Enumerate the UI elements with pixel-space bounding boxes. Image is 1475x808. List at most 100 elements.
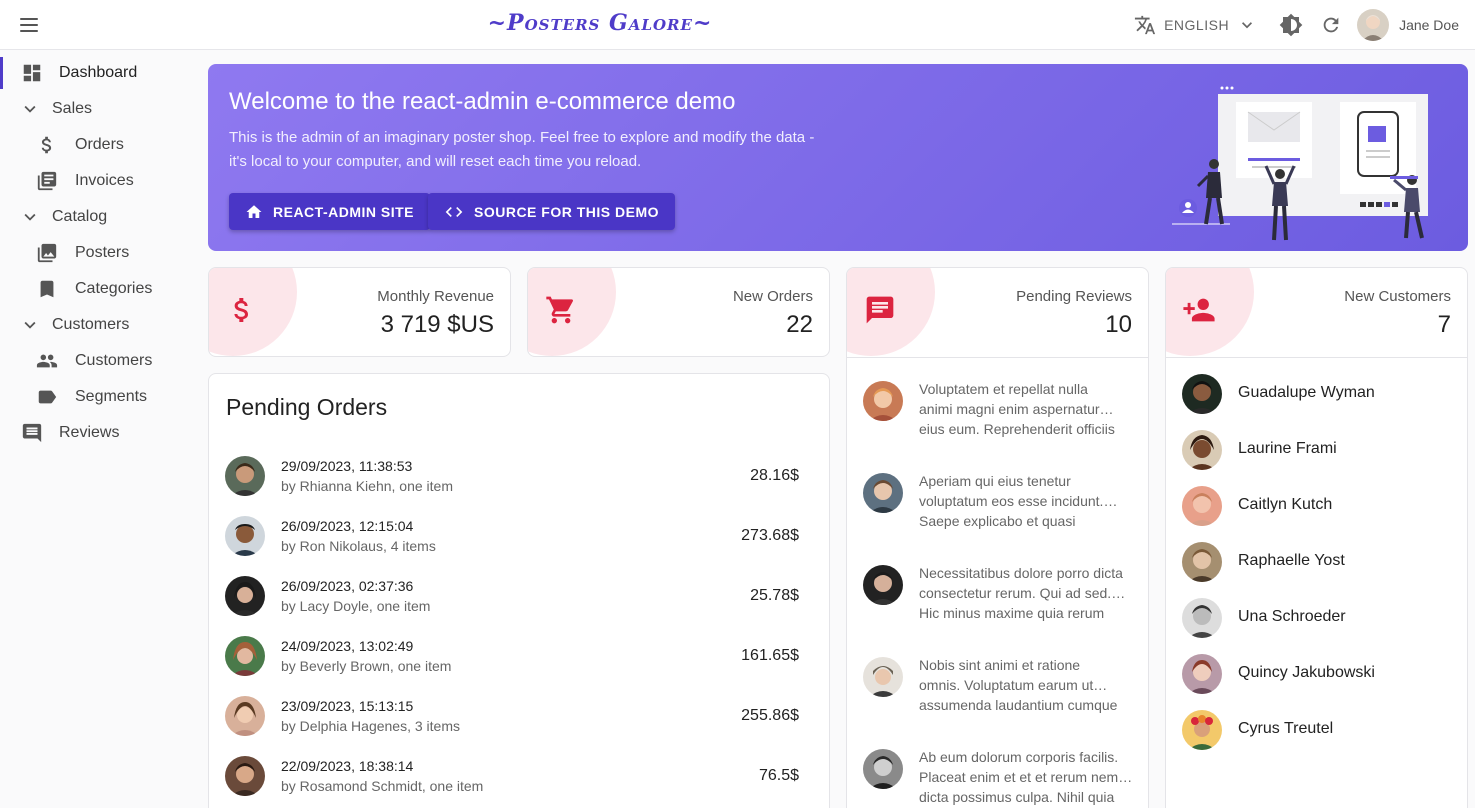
order-date: 26/09/2023, 12:15:04 — [281, 518, 414, 534]
label-icon — [35, 385, 59, 409]
order-amount: 28.16$ — [750, 467, 799, 484]
review-item[interactable]: Nobis sint animi et ratione omnis. Volup… — [863, 657, 1139, 749]
sidebar-item-invoices[interactable]: Invoices — [0, 163, 200, 199]
pending-orders-title: Pending Orders — [226, 394, 388, 420]
welcome-illustration — [1172, 86, 1428, 241]
order-customer: by Delphia Hagenes, 3 items — [281, 718, 460, 734]
avatar — [225, 456, 265, 496]
sidebar-item-label: Catalog — [52, 208, 108, 225]
customer-item[interactable]: Laurine Frami — [1182, 430, 1452, 470]
avatar — [1182, 486, 1222, 526]
stat-card-monthly-revenue[interactable]: Monthly Revenue 3 719 $US — [208, 267, 511, 357]
stat-card-new-orders[interactable]: New Orders 22 — [527, 267, 830, 357]
customer-item[interactable]: Raphaelle Yost — [1182, 542, 1452, 582]
sidebar-group-sales[interactable]: Sales — [0, 91, 200, 127]
review-text: Voluptatem et repellat nulla animi magni… — [919, 379, 1134, 439]
customer-item[interactable]: Una Schroeder — [1182, 598, 1452, 638]
home-icon — [246, 204, 262, 218]
avatar — [1182, 542, 1222, 582]
react-admin-site-button[interactable]: REACT-ADMIN SITE — [229, 193, 430, 230]
review-item[interactable]: Voluptatem et repellat nulla animi magni… — [863, 381, 1139, 473]
sidebar-group-catalog[interactable]: Catalog — [0, 199, 200, 235]
avatar — [1182, 710, 1222, 750]
avatar — [225, 696, 265, 736]
refresh-button[interactable] — [1311, 5, 1351, 45]
order-date: 29/09/2023, 11:38:53 — [281, 458, 413, 474]
order-date: 24/09/2023, 13:02:49 — [281, 638, 414, 654]
sidebar-item-customers[interactable]: Customers — [0, 343, 200, 379]
review-item[interactable]: Ab eum dolorum corporis facilis. Placeat… — [863, 749, 1139, 808]
sidebar-group-customers[interactable]: Customers — [0, 307, 200, 343]
review-line: Hic minus maxime quia rerum — [919, 605, 1105, 621]
language-label: ENGLISH — [1164, 17, 1230, 33]
chevron-down-icon — [1242, 22, 1253, 29]
order-amount: 76.5$ — [758, 767, 799, 784]
avatar — [225, 756, 265, 796]
order-row[interactable]: 29/09/2023, 11:38:53 by Rhianna Kiehn, o… — [225, 446, 815, 506]
avatar — [863, 657, 903, 697]
sidebar-item-label: Customers — [75, 352, 153, 369]
sidebar-item-label: Reviews — [59, 424, 120, 441]
order-date: 22/09/2023, 18:38:14 — [281, 758, 414, 774]
order-row[interactable]: 24/09/2023, 13:02:49 by Beverly Brown, o… — [225, 626, 815, 686]
customer-name: Raphaelle Yost — [1238, 552, 1345, 569]
stat-label: Monthly Revenue — [377, 288, 494, 305]
review-item[interactable]: Necessitatibus dolore porro dicta consec… — [863, 565, 1139, 657]
customer-name: Caitlyn Kutch — [1238, 496, 1333, 513]
sidebar-item-orders[interactable]: Orders — [0, 127, 200, 163]
theme-toggle-button[interactable] — [1271, 5, 1311, 45]
language-selector[interactable]: ENGLISH — [1134, 14, 1257, 36]
order-customer: by Beverly Brown, one item — [281, 658, 452, 674]
review-line: voluptatum eos esse incidunt.… — [919, 493, 1118, 509]
sidebar-item-label: Posters — [75, 244, 130, 261]
customer-item[interactable]: Quincy Jakubowski — [1182, 654, 1452, 694]
sidebar-item-categories[interactable]: Categories — [0, 271, 200, 307]
welcome-line-1: This is the admin of an imaginary poster… — [229, 129, 815, 146]
review-item[interactable]: Aperiam qui eius tenetur voluptatum eos … — [863, 473, 1139, 565]
person-add-icon — [1182, 290, 1216, 330]
avatar — [863, 749, 903, 789]
sidebar-item-reviews[interactable]: Reviews — [0, 415, 200, 451]
customer-name: Laurine Frami — [1238, 440, 1337, 457]
avatar — [1182, 374, 1222, 414]
brand-logo: ~Posters Galore~ — [487, 10, 713, 36]
pending-reviews-card: Pending Reviews 10 Voluptatem et repella… — [846, 267, 1149, 808]
order-row[interactable]: 23/09/2023, 15:13:15 by Delphia Hagenes,… — [225, 686, 815, 746]
customer-item[interactable]: Cyrus Treutel — [1182, 710, 1452, 750]
refresh-icon — [1323, 17, 1339, 33]
order-row[interactable]: 26/09/2023, 12:15:04 by Ron Nikolaus, 4 … — [225, 506, 815, 566]
sidebar-item-label: Customers — [52, 316, 130, 333]
review-line: Ab eum dolorum corporis facilis. — [919, 749, 1119, 765]
chevron-down-icon — [18, 97, 42, 121]
review-line: omnis. Voluptatum earum ut… — [919, 677, 1108, 693]
sidebar-item-segments[interactable]: Segments — [0, 379, 200, 415]
sidebar-item-posters[interactable]: Posters — [0, 235, 200, 271]
review-line: Necessitatibus dolore porro dicta — [919, 565, 1123, 581]
order-amount: 273.68$ — [741, 527, 799, 544]
order-date: 23/09/2023, 15:13:15 — [281, 698, 414, 714]
sidebar-item-dashboard[interactable]: Dashboard — [0, 55, 200, 91]
avatar — [1182, 598, 1222, 638]
customer-name: Una Schroeder — [1238, 608, 1346, 625]
order-customer: by Ron Nikolaus, 4 items — [281, 538, 436, 554]
source-demo-button[interactable]: SOURCE FOR THIS DEMO — [428, 193, 676, 230]
order-row[interactable]: 22/09/2023, 18:38:14 by Rosamond Schmidt… — [225, 746, 815, 806]
welcome-banner: Welcome to the react-admin e-commerce de… — [208, 64, 1468, 251]
avatar — [225, 516, 265, 556]
people-icon — [35, 349, 59, 373]
review-line: assumenda laudantium cumque — [919, 697, 1118, 713]
customer-name: Guadalupe Wyman — [1238, 384, 1375, 401]
translate-icon — [1135, 15, 1156, 35]
avatar — [225, 576, 265, 616]
customer-item[interactable]: Caitlyn Kutch — [1182, 486, 1452, 526]
image-icon — [35, 241, 59, 265]
order-customer: by Lacy Doyle, one item — [281, 598, 431, 614]
stat-label: Pending Reviews — [1016, 288, 1132, 305]
order-row[interactable]: 26/09/2023, 02:37:36 by Lacy Doyle, one … — [225, 566, 815, 626]
avatar — [225, 636, 265, 676]
button-label: REACT-ADMIN SITE — [273, 203, 414, 220]
customer-item[interactable]: Guadalupe Wyman — [1182, 374, 1452, 414]
brightness-icon — [1279, 13, 1303, 37]
review-line: Saepe explicabo et quasi — [919, 513, 1076, 529]
user-menu[interactable]: Jane Doe — [1357, 9, 1459, 41]
